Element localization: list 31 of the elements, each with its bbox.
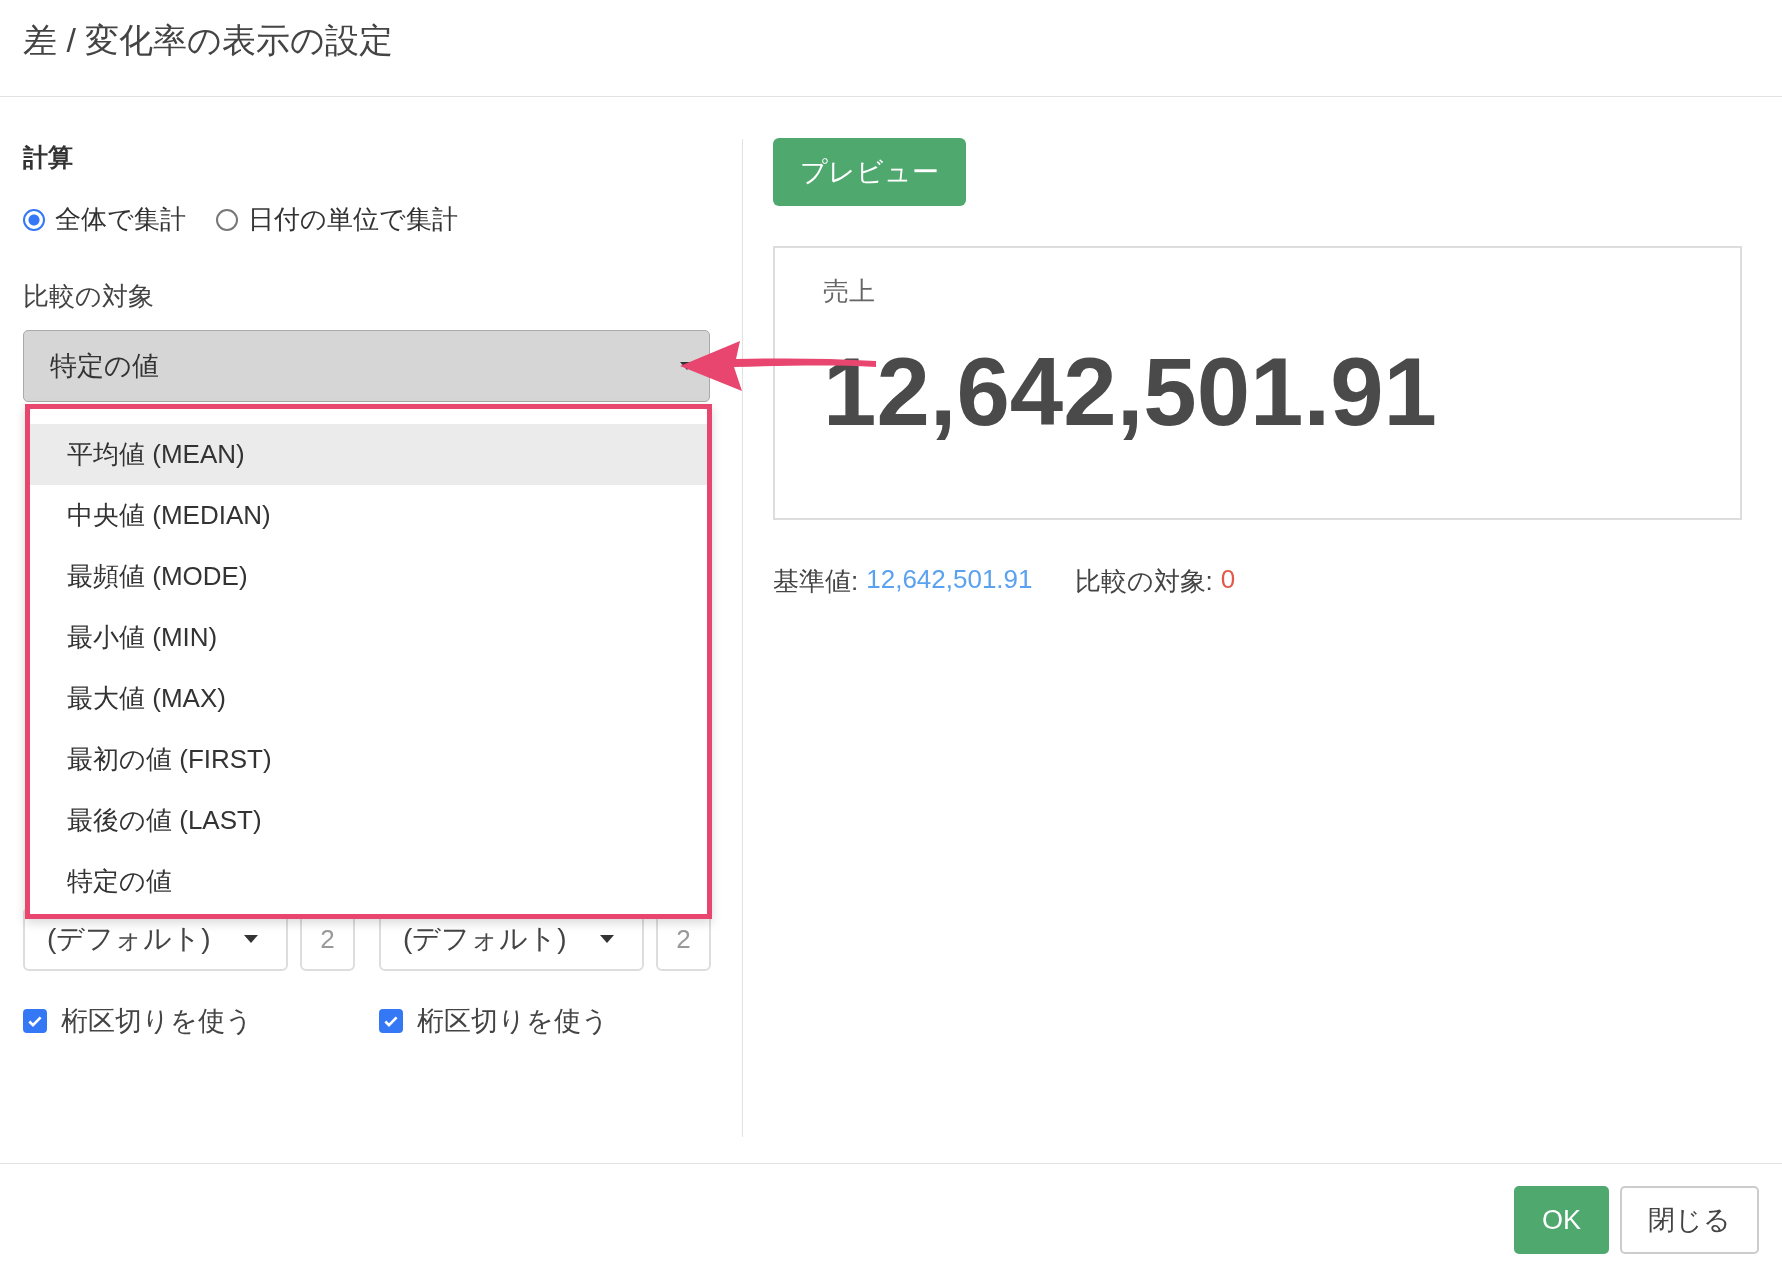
menu-item[interactable]: 最大値 (MAX) [30, 668, 707, 729]
format-select[interactable]: (デフォルト) [23, 907, 288, 971]
checkbox[interactable] [23, 1009, 47, 1033]
caret-icon [244, 935, 258, 943]
menu-item[interactable]: 平均値 (MEAN) [30, 424, 707, 485]
checkbox-label: 桁区切りを使う [417, 1005, 609, 1038]
section-heading: 計算 [23, 142, 74, 173]
field-label: 比較の対象 [23, 280, 155, 313]
radio-label: 日付の単位で集計 [248, 203, 458, 236]
close-button[interactable]: 閉じる [1620, 1186, 1759, 1254]
base-value: 12,642,501.91 [866, 564, 1033, 596]
caret-icon [600, 935, 614, 943]
menu-item[interactable]: 最初の値 (FIRST) [30, 729, 707, 790]
menu-item[interactable]: 最頻値 (MODE) [30, 546, 707, 607]
menu-item[interactable]: 中央値 (MEDIAN) [30, 485, 707, 546]
radio-option[interactable]: 日付の単位で集計 [216, 202, 458, 237]
dialog-title: 差 / 変化率の表示の設定 [23, 20, 394, 61]
radio-button[interactable] [23, 208, 45, 231]
checkbox-label: 桁区切りを使う [61, 1005, 253, 1038]
menu-item[interactable]: 最後の値 (LAST) [30, 790, 707, 851]
radio-button[interactable] [216, 208, 238, 231]
metric-label: 売上 [823, 275, 876, 308]
compare-value: 0 [1220, 564, 1236, 596]
compare-select[interactable]: 特定の値 [23, 330, 710, 402]
radio-label: 全体で集計 [55, 203, 186, 236]
metric-value: 12,642,501.91 [823, 337, 1438, 447]
base-label: 基準値: [773, 565, 859, 598]
checkbox[interactable] [379, 1009, 403, 1033]
compare-label: 比較の対象: [1074, 565, 1213, 598]
menu-item[interactable]: 最小値 (MIN) [30, 607, 707, 668]
radio-option[interactable]: 全体で集計 [23, 202, 186, 237]
